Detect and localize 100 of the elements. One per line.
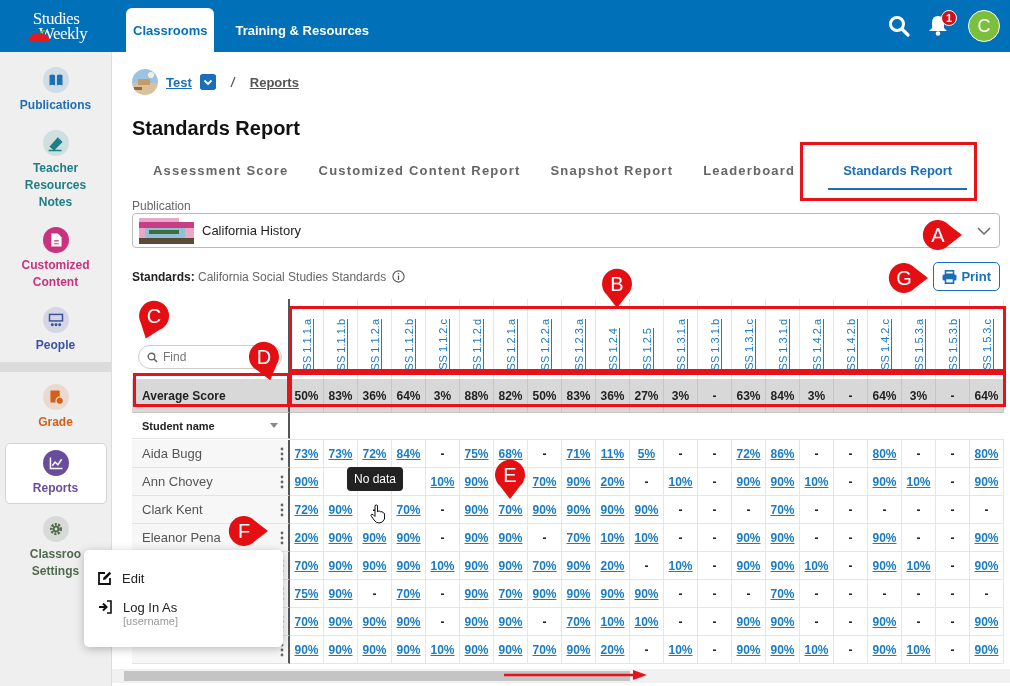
score-link[interactable]: 90%: [464, 642, 489, 657]
reports-link[interactable]: Reports: [249, 74, 299, 90]
score-link[interactable]: 90%: [974, 558, 999, 573]
score-link[interactable]: 90%: [294, 474, 319, 489]
score-link[interactable]: 90%: [294, 642, 319, 657]
bell-icon[interactable]: [928, 14, 948, 36]
score-link[interactable]: 10%: [804, 642, 829, 657]
score-link[interactable]: 10%: [430, 474, 455, 489]
score-link[interactable]: 10%: [600, 614, 625, 629]
score-link[interactable]: 90%: [566, 558, 591, 573]
score-link[interactable]: 90%: [736, 614, 761, 629]
more-icon[interactable]: [280, 446, 284, 461]
score-link[interactable]: 10%: [804, 558, 829, 573]
print-button[interactable]: Print: [933, 262, 1000, 291]
report-tab[interactable]: Standards Report: [828, 151, 968, 190]
score-link[interactable]: 90%: [464, 530, 489, 545]
score-link[interactable]: 90%: [396, 642, 421, 657]
score-link[interactable]: 20%: [600, 474, 625, 489]
score-link[interactable]: 10%: [906, 474, 931, 489]
score-link[interactable]: 73%: [294, 446, 319, 461]
score-link[interactable]: 90%: [464, 502, 489, 517]
score-link[interactable]: 90%: [362, 530, 387, 545]
score-link[interactable]: 90%: [464, 558, 489, 573]
score-link[interactable]: 90%: [328, 642, 353, 657]
score-link[interactable]: 72%: [362, 446, 387, 461]
score-link[interactable]: 70%: [396, 586, 421, 601]
score-link[interactable]: 5%: [637, 446, 656, 461]
more-icon[interactable]: [280, 530, 284, 545]
score-link[interactable]: 71%: [566, 446, 591, 461]
score-link[interactable]: 90%: [736, 530, 761, 545]
score-link[interactable]: 73%: [328, 446, 353, 461]
score-link[interactable]: 90%: [328, 586, 353, 601]
dropdown-icon[interactable]: [199, 74, 216, 90]
score-link[interactable]: 90%: [974, 474, 999, 489]
score-link[interactable]: 20%: [294, 530, 319, 545]
standard-link[interactable]: SS 1.3.1.c: [742, 319, 755, 370]
logo[interactable]: Studies Weekly: [0, 0, 112, 52]
score-link[interactable]: 90%: [872, 474, 897, 489]
score-link[interactable]: 70%: [770, 586, 795, 601]
score-link[interactable]: 10%: [430, 642, 455, 657]
menu-item[interactable]: Log In As [username]: [98, 599, 283, 627]
score-link[interactable]: 90%: [770, 474, 795, 489]
standard-link[interactable]: SS 1.2.4: [606, 327, 619, 370]
score-link[interactable]: 10%: [668, 642, 693, 657]
score-link[interactable]: 11%: [600, 446, 625, 461]
standard-link[interactable]: SS 1.1.2.c: [436, 319, 449, 370]
score-link[interactable]: 90%: [566, 502, 591, 517]
score-link[interactable]: 90%: [974, 642, 999, 657]
sidebar-item[interactable]: Publications: [4, 63, 107, 118]
score-link[interactable]: 90%: [328, 502, 353, 517]
score-link[interactable]: 90%: [498, 558, 523, 573]
score-link[interactable]: 70%: [566, 614, 591, 629]
score-link[interactable]: 90%: [464, 586, 489, 601]
standard-link[interactable]: SS 1.4.2.c: [878, 319, 891, 370]
score-link[interactable]: 90%: [974, 614, 999, 629]
score-link[interactable]: 90%: [974, 530, 999, 545]
score-link[interactable]: 90%: [464, 614, 489, 629]
score-link[interactable]: 90%: [634, 502, 659, 517]
score-link[interactable]: 72%: [294, 502, 319, 517]
score-link[interactable]: 90%: [770, 614, 795, 629]
score-link[interactable]: 90%: [328, 614, 353, 629]
score-link[interactable]: 20%: [600, 558, 625, 573]
info-icon[interactable]: [392, 270, 406, 283]
score-link[interactable]: 90%: [600, 502, 625, 517]
score-link[interactable]: 86%: [770, 446, 795, 461]
score-link[interactable]: 90%: [532, 586, 557, 601]
search-icon[interactable]: [888, 15, 910, 37]
score-link[interactable]: 20%: [600, 642, 625, 657]
score-link[interactable]: 90%: [464, 474, 489, 489]
sidebar-item[interactable]: People: [4, 303, 107, 358]
score-link[interactable]: 90%: [736, 558, 761, 573]
score-link[interactable]: 90%: [736, 474, 761, 489]
score-link[interactable]: 75%: [464, 446, 489, 461]
score-link[interactable]: 90%: [770, 558, 795, 573]
score-link[interactable]: 68%: [498, 446, 523, 461]
score-link[interactable]: 10%: [600, 530, 625, 545]
score-link[interactable]: 90%: [396, 530, 421, 545]
sidebar-item[interactable]: Teacher Resources Notes: [4, 126, 107, 215]
sort-icon[interactable]: [270, 423, 278, 428]
score-link[interactable]: 10%: [430, 558, 455, 573]
nav-tab[interactable]: Training & Resources: [228, 8, 377, 52]
score-link[interactable]: 72%: [736, 446, 761, 461]
score-link[interactable]: 10%: [668, 474, 693, 489]
nav-tab[interactable]: Classrooms: [126, 8, 215, 52]
chevron-icon[interactable]: [977, 225, 991, 236]
score-link[interactable]: 90%: [566, 474, 591, 489]
score-link[interactable]: 70%: [532, 474, 557, 489]
score-link[interactable]: 75%: [294, 586, 319, 601]
score-link[interactable]: 90%: [396, 558, 421, 573]
column-header[interactable]: Student name: [142, 419, 215, 432]
score-link[interactable]: 70%: [566, 530, 591, 545]
score-link[interactable]: 90%: [566, 642, 591, 657]
score-link[interactable]: 90%: [328, 530, 353, 545]
score-link[interactable]: 90%: [498, 614, 523, 629]
report-tab[interactable]: Snapshot Report: [535, 151, 689, 190]
more-icon[interactable]: [280, 474, 284, 489]
horizontal-scrollbar[interactable]: [112, 669, 1010, 683]
score-link[interactable]: 10%: [804, 474, 829, 489]
score-link[interactable]: 70%: [294, 614, 319, 629]
score-link[interactable]: 90%: [532, 502, 557, 517]
